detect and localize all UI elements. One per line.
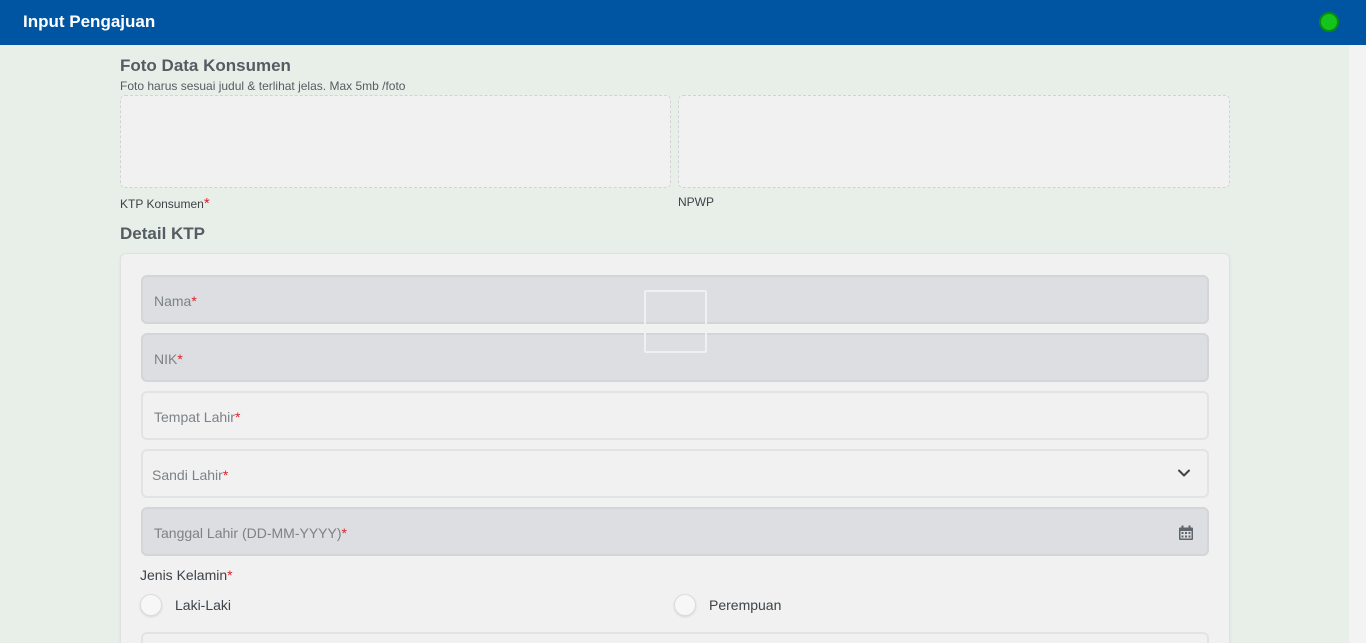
chevron-down-icon[interactable] bbox=[1177, 466, 1191, 480]
scrollbar[interactable] bbox=[1349, 45, 1366, 643]
nama-field-label: Nama* bbox=[154, 293, 197, 309]
tanggal-lahir-field[interactable]: Tanggal Lahir (DD-MM-YYYY)* bbox=[141, 507, 1209, 556]
section-title-foto: Foto Data Konsumen bbox=[120, 56, 291, 75]
status-indicator-icon bbox=[1319, 12, 1339, 32]
sandi-lahir-select[interactable]: Sandi Lahir* bbox=[141, 449, 1209, 498]
loading-spinner-icon bbox=[644, 290, 707, 353]
ktp-upload-box[interactable] bbox=[120, 95, 671, 188]
tempat-lahir-field[interactable]: Tempat Lahir* bbox=[141, 391, 1209, 440]
ktp-label-text: KTP Konsumen bbox=[120, 197, 204, 211]
npwp-upload-box[interactable] bbox=[678, 95, 1230, 188]
page-title: Input Pengajuan bbox=[23, 12, 156, 31]
npwp-upload-label: NPWP bbox=[678, 195, 714, 209]
jenis-kelamin-label: Jenis Kelamin* bbox=[140, 567, 233, 583]
ktp-upload-label: KTP Konsumen* bbox=[120, 195, 210, 212]
radio-laki-laki[interactable] bbox=[140, 594, 162, 616]
radio-label-perempuan[interactable]: Perempuan bbox=[709, 597, 781, 613]
app-header: Input Pengajuan bbox=[0, 0, 1366, 45]
required-marker: * bbox=[203, 195, 210, 212]
section-subtitle-foto: Foto harus sesuai judul & terlihat jelas… bbox=[120, 79, 406, 93]
calendar-icon[interactable] bbox=[1178, 525, 1194, 541]
radio-label-laki-laki[interactable]: Laki-Laki bbox=[175, 597, 231, 613]
sandi-lahir-select-label: Sandi Lahir* bbox=[152, 467, 229, 483]
radio-perempuan[interactable] bbox=[674, 594, 696, 616]
tanggal-lahir-field-label: Tanggal Lahir (DD-MM-YYYY)* bbox=[154, 525, 347, 541]
next-field[interactable] bbox=[141, 632, 1209, 643]
section-title-ktp: Detail KTP bbox=[120, 224, 206, 243]
tempat-lahir-field-label: Tempat Lahir* bbox=[154, 409, 241, 425]
nik-field-label: NIK* bbox=[154, 351, 183, 367]
